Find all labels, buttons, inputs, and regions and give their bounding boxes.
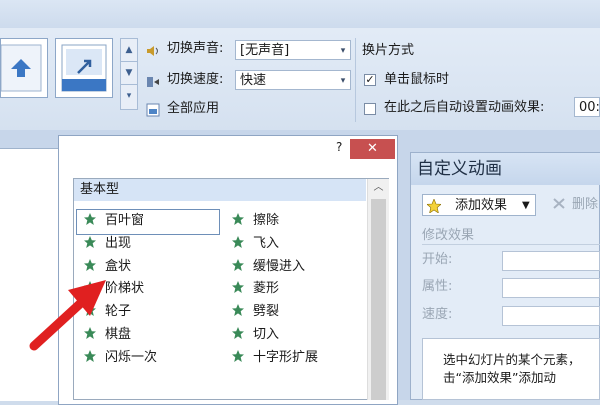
speed-field[interactable]: [502, 306, 600, 326]
transition-thumb-1[interactable]: [0, 38, 48, 98]
add-star-icon: [426, 198, 442, 214]
sound-combo[interactable]: [无声音] ▾: [235, 40, 351, 60]
property-label: 属性:: [422, 279, 453, 294]
hint-line-1: 选中幻灯片的某个元素，: [443, 352, 581, 367]
apply-all-icon: [146, 103, 160, 117]
property-field[interactable]: [502, 278, 600, 298]
gallery-down-icon[interactable]: ▼: [121, 62, 137, 85]
effect-item[interactable]: 十字形扩展: [232, 347, 362, 369]
speed-value: 快速: [240, 73, 267, 88]
on-click-label: 单击鼠标时: [384, 72, 450, 87]
star-icon: [232, 348, 244, 362]
pane-title: 自定义动画: [411, 153, 600, 185]
scroll-up-icon[interactable]: ︿: [368, 179, 389, 197]
sound-label: 切换声音:: [167, 41, 224, 56]
auto-time-value: 00:: [579, 100, 600, 115]
red-arrow-icon: [29, 280, 106, 351]
effect-label: 切入: [253, 326, 280, 342]
sound-value: [无声音]: [240, 43, 290, 58]
effect-item[interactable]: 菱形: [232, 278, 362, 300]
effect-item[interactable]: 百叶窗: [84, 210, 214, 232]
speed-label: 切换速度:: [167, 72, 224, 87]
effect-label: 菱形: [253, 281, 280, 297]
star-icon: [232, 234, 244, 248]
effect-item[interactable]: 出现: [84, 233, 214, 255]
effect-column-right: 擦除 飞入 缓慢进入 菱形 劈裂 切入 十字形扩展: [232, 210, 362, 369]
effect-label: 缓慢进入: [253, 258, 306, 274]
auto-advance-checkbox[interactable]: [364, 103, 376, 115]
star-icon: [232, 302, 244, 317]
effect-label: 飞入: [253, 235, 280, 251]
effect-label: 出现: [105, 235, 132, 251]
star-icon: [232, 325, 244, 339]
start-label: 开始:: [422, 252, 453, 267]
delete-icon: [552, 196, 566, 210]
add-effect-label: 添加效果: [455, 198, 508, 213]
sound-icon: [146, 44, 160, 58]
close-button[interactable]: ✕: [350, 139, 395, 159]
effect-item[interactable]: 飞入: [232, 233, 362, 255]
modify-effect-title: 修改效果: [422, 228, 475, 243]
transition-diagonal-icon: [61, 44, 107, 92]
effect-item[interactable]: 缓慢进入: [232, 256, 362, 278]
modify-divider: [422, 244, 600, 245]
effect-category-header: 基本型: [74, 179, 366, 201]
effect-label: 百叶窗: [105, 213, 145, 228]
ribbon-tab-strip: [0, 0, 600, 28]
help-button[interactable]: ?: [336, 140, 348, 154]
effect-item[interactable]: 切入: [232, 324, 362, 346]
chevron-down-icon[interactable]: ▾: [336, 71, 350, 89]
speed-icon: [146, 75, 160, 89]
effect-item[interactable]: 擦除: [232, 210, 362, 232]
chevron-down-icon[interactable]: ▾: [336, 41, 350, 59]
star-icon: [232, 257, 244, 271]
speed-label-pane: 速度:: [422, 307, 453, 322]
star-icon: [84, 234, 96, 248]
add-effect-button[interactable]: 添加效果 ▼: [422, 194, 536, 216]
delete-button[interactable]: 删除: [552, 194, 600, 216]
star-icon: [232, 279, 244, 294]
auto-time-input[interactable]: 00:: [574, 97, 600, 117]
transition-up-icon: [0, 44, 42, 92]
effect-label: 劈裂: [253, 304, 280, 320]
effect-item[interactable]: 劈裂: [232, 301, 362, 323]
ribbon-group-divider: [355, 38, 356, 122]
speed-combo[interactable]: 快速 ▾: [235, 70, 351, 90]
chevron-down-icon[interactable]: ▼: [522, 195, 530, 217]
apply-all-button[interactable]: 全部应用: [167, 98, 219, 120]
star-icon: [232, 211, 244, 225]
effect-list-scrollbar[interactable]: ︿: [367, 179, 389, 400]
scroll-thumb[interactable]: [371, 199, 386, 400]
effect-label: 擦除: [253, 213, 280, 228]
hint-line-2: 击“添加效果”添加动: [443, 370, 556, 385]
effect-label: 十字形扩展: [253, 349, 319, 365]
transition-thumb-2[interactable]: [55, 38, 113, 98]
animation-hint-box: 选中幻灯片的某个元素， 击“添加效果”添加动: [422, 338, 600, 400]
star-icon: [84, 211, 96, 225]
gallery-up-icon[interactable]: ▲: [121, 39, 137, 62]
on-click-checkbox[interactable]: ✓: [364, 74, 376, 86]
gallery-more-icon[interactable]: ▾: [121, 85, 137, 107]
delete-label: 删除: [572, 197, 599, 212]
start-field[interactable]: [502, 251, 600, 271]
auto-advance-label: 在此之后自动设置动画效果:: [384, 100, 545, 115]
transition-gallery-scroller[interactable]: ▲ ▼ ▾: [120, 38, 138, 110]
advance-group-title: 换片方式: [362, 43, 415, 58]
